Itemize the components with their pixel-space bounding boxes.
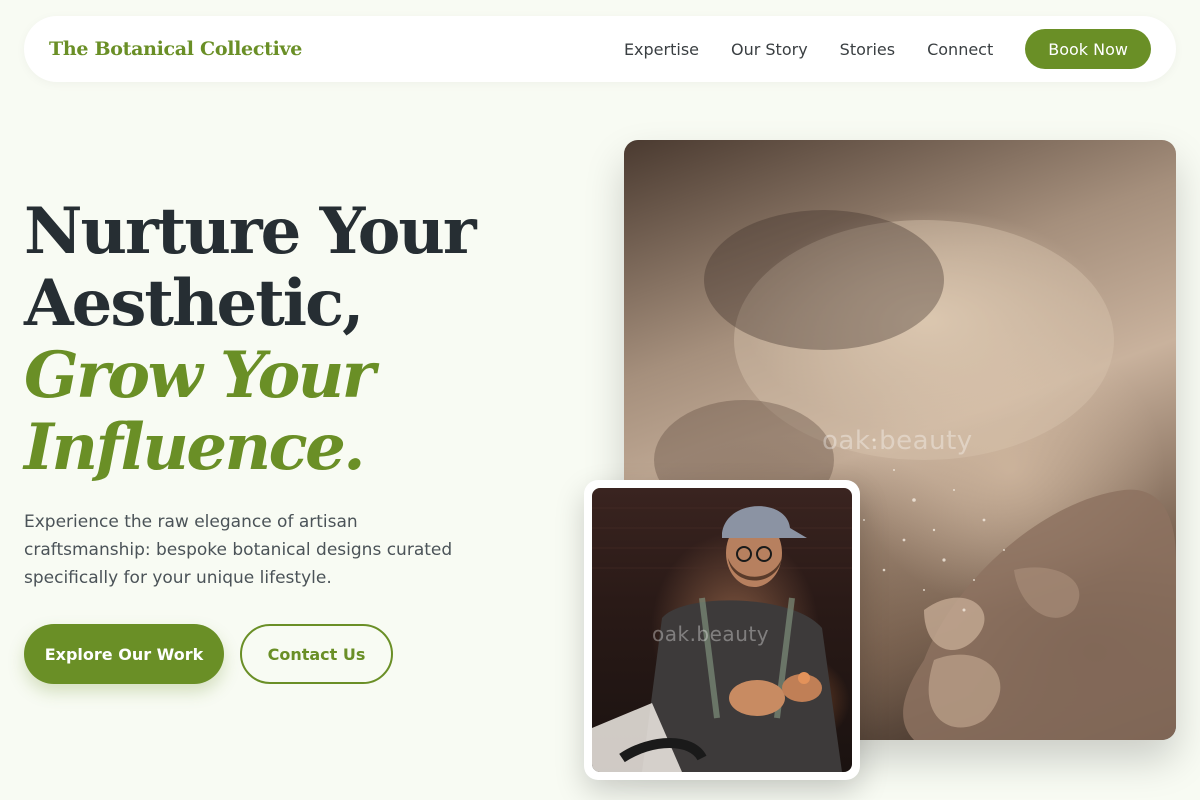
nav-link-connect[interactable]: Connect [927,40,993,59]
nav-link-our-story[interactable]: Our Story [731,40,808,59]
nav-links: Expertise Our Story Stories Connect Book… [624,29,1151,69]
small-image-watermark: oak.beauty [652,622,770,646]
headline-line-1: Nurture Your [24,194,477,269]
hero-headline: Nurture Your Aesthetic, Grow Your Influe… [24,196,584,484]
hero-description: Experience the raw elegance of artisan c… [24,512,453,588]
headline-accent-line-2: Influence. [24,410,366,485]
image-watermark: oak.beauty [822,426,973,456]
brand-logo[interactable]: The Botanical Collective [49,38,302,60]
explore-our-work-button[interactable]: Explore Our Work [24,624,224,684]
contact-us-button[interactable]: Contact Us [240,624,393,684]
craftsman-image-card: oak.beauty [584,480,860,780]
book-now-button[interactable]: Book Now [1025,29,1151,69]
top-navigation: The Botanical Collective Expertise Our S… [24,16,1176,82]
nav-link-stories[interactable]: Stories [840,40,895,59]
craftsman-photo: oak.beauty [592,488,852,772]
headline-accent-line-1: Grow Your [24,338,376,413]
nav-link-expertise[interactable]: Expertise [624,40,699,59]
headline-line-2: Aesthetic, [24,266,364,341]
